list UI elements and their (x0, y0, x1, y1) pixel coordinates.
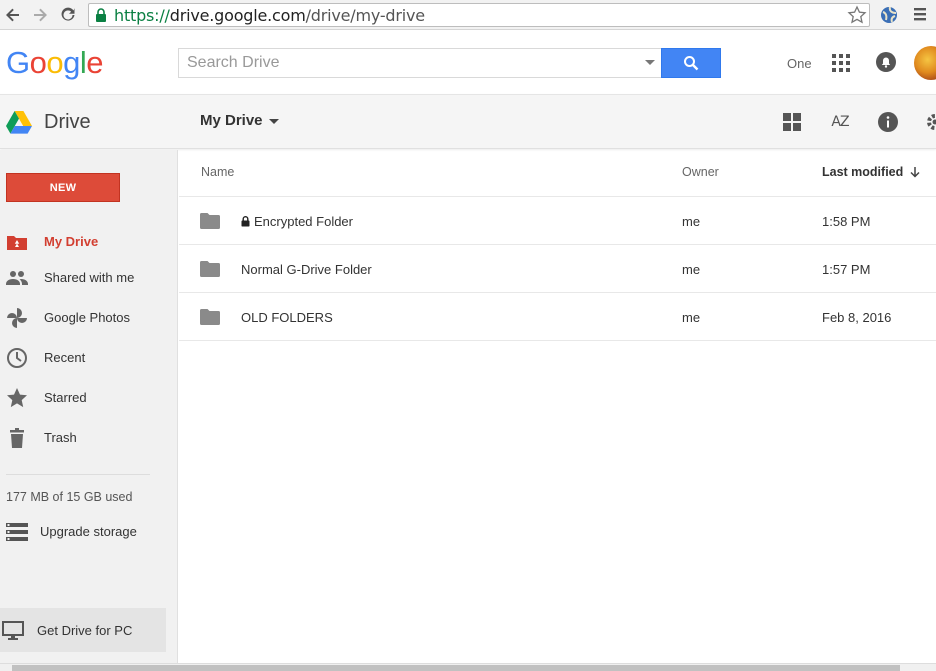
google-header: Google One (0, 31, 936, 94)
list-header: Name Owner Last modified (179, 150, 936, 197)
info-icon[interactable] (877, 111, 899, 133)
file-name-text: Normal G-Drive Folder (241, 262, 372, 277)
search-options-caret-icon[interactable] (645, 60, 655, 65)
sort-down-arrow-icon (910, 167, 920, 178)
url-path: /drive/my-drive (305, 6, 426, 25)
chevron-down-icon (268, 119, 279, 124)
google-logo[interactable]: Google (6, 45, 104, 81)
table-row[interactable]: Normal G-Drive Folder me 1:57 PM (179, 245, 936, 293)
logo-letter: g (63, 45, 80, 80)
storage-bars-icon (6, 523, 28, 544)
sidebar-item-recent[interactable]: Recent (0, 343, 178, 371)
grid-view-icon[interactable] (781, 111, 803, 133)
column-header-owner[interactable]: Owner (682, 165, 719, 179)
product-title[interactable]: Drive (44, 111, 91, 134)
scrollbar-thumb[interactable] (12, 665, 900, 671)
file-modified: 1:57 PM (822, 262, 871, 277)
file-name: Normal G-Drive Folder (241, 262, 372, 277)
my-drive-icon (6, 231, 28, 253)
table-row[interactable]: Encrypted Folder me 1:58 PM (179, 197, 936, 245)
folder-icon (200, 213, 220, 232)
sidebar-item-shared-with-me[interactable]: Shared with me (0, 263, 178, 291)
sidebar-item-my-drive[interactable]: My Drive (0, 227, 178, 255)
logo-letter: o (46, 45, 64, 80)
forward-arrow-icon[interactable] (30, 5, 50, 25)
url-scheme: https:// (114, 6, 170, 25)
account-name[interactable]: One (787, 56, 812, 71)
logo-letter: e (86, 45, 104, 80)
url-host: drive.google.com (169, 6, 306, 25)
folder-icon (200, 261, 220, 280)
sidebar: NEW My Drive Shared with me Google Photo… (0, 150, 178, 663)
sidebar-item-starred[interactable]: Starred (0, 383, 178, 411)
get-drive-label: Get Drive for PC (37, 623, 133, 638)
drive-logo-icon[interactable] (6, 111, 32, 139)
file-name-text: OLD FOLDERS (241, 310, 333, 325)
location-dropdown[interactable]: My Drive (200, 112, 279, 129)
pinwheel-icon (6, 307, 28, 329)
file-name: OLD FOLDERS (241, 310, 333, 325)
sidebar-item-label: Starred (44, 389, 87, 405)
column-header-name[interactable]: Name (201, 165, 234, 179)
logo-letter: o (29, 45, 47, 80)
sidebar-item-trash[interactable]: Trash (0, 423, 178, 451)
storage-usage: 177 MB of 15 GB used (6, 490, 133, 504)
url-text: https://drive.google.com/drive/my-drive (114, 6, 425, 25)
lock-icon (241, 216, 250, 227)
upgrade-storage-link[interactable]: Upgrade storage (0, 520, 178, 544)
back-arrow-icon[interactable] (3, 5, 23, 25)
trash-icon (6, 427, 28, 449)
people-icon (6, 267, 28, 289)
file-modified: Feb 8, 2016 (822, 310, 892, 325)
browser-chrome: https://drive.google.com/drive/my-drive (0, 0, 936, 30)
logo-letter: G (6, 45, 30, 80)
search-input[interactable] (179, 49, 629, 77)
sidebar-item-label: Google Photos (44, 309, 131, 325)
folder-icon (200, 309, 220, 328)
sort-az-icon[interactable]: AZ (829, 111, 851, 133)
get-drive-for-pc-button[interactable]: Get Drive for PC (0, 608, 166, 652)
star-icon (6, 387, 28, 409)
location-label: My Drive (200, 112, 263, 129)
reload-icon[interactable] (58, 5, 78, 25)
file-name-text: Encrypted Folder (254, 214, 353, 229)
horizontal-scrollbar[interactable] (0, 663, 936, 671)
clock-icon (6, 347, 28, 369)
table-row[interactable]: OLD FOLDERS me Feb 8, 2016 (179, 293, 936, 341)
address-bar[interactable]: https://drive.google.com/drive/my-drive (88, 3, 870, 27)
file-modified: 1:58 PM (822, 214, 871, 229)
file-owner: me (682, 214, 701, 229)
settings-gear-icon[interactable] (924, 111, 936, 133)
upgrade-storage-label: Upgrade storage (40, 524, 137, 539)
column-header-last-modified[interactable]: Last modified (822, 165, 921, 179)
file-owner: me (682, 310, 701, 325)
file-name: Encrypted Folder (241, 214, 353, 229)
browser-menu-icon[interactable] (912, 6, 928, 27)
sort-az-label: AZ (831, 114, 849, 130)
search-button[interactable] (661, 48, 721, 78)
bookmark-star-icon[interactable] (847, 5, 867, 30)
notification-bell-icon[interactable] (876, 52, 896, 72)
file-owner: me (682, 262, 701, 277)
search-icon (684, 56, 699, 71)
apps-grid-icon[interactable] (832, 54, 850, 77)
sidebar-item-label: Trash (44, 429, 77, 445)
monitor-icon (2, 621, 24, 644)
sidebar-item-label: Shared with me (44, 269, 135, 285)
sidebar-item-label: Recent (44, 349, 86, 365)
file-list: Name Owner Last modified Encrypted Folde… (179, 150, 936, 341)
search-box (178, 48, 662, 78)
sidebar-item-label: My Drive (44, 233, 99, 249)
drive-toolbar: Drive My Drive AZ (0, 94, 936, 149)
sidebar-divider (6, 474, 150, 475)
avatar[interactable] (914, 46, 936, 80)
sidebar-item-google-photos[interactable]: Google Photos (0, 303, 178, 331)
new-button[interactable]: NEW (6, 173, 120, 202)
lock-icon (95, 8, 107, 27)
extension-globe-icon[interactable] (880, 6, 898, 29)
column-header-label: Last modified (822, 165, 904, 179)
